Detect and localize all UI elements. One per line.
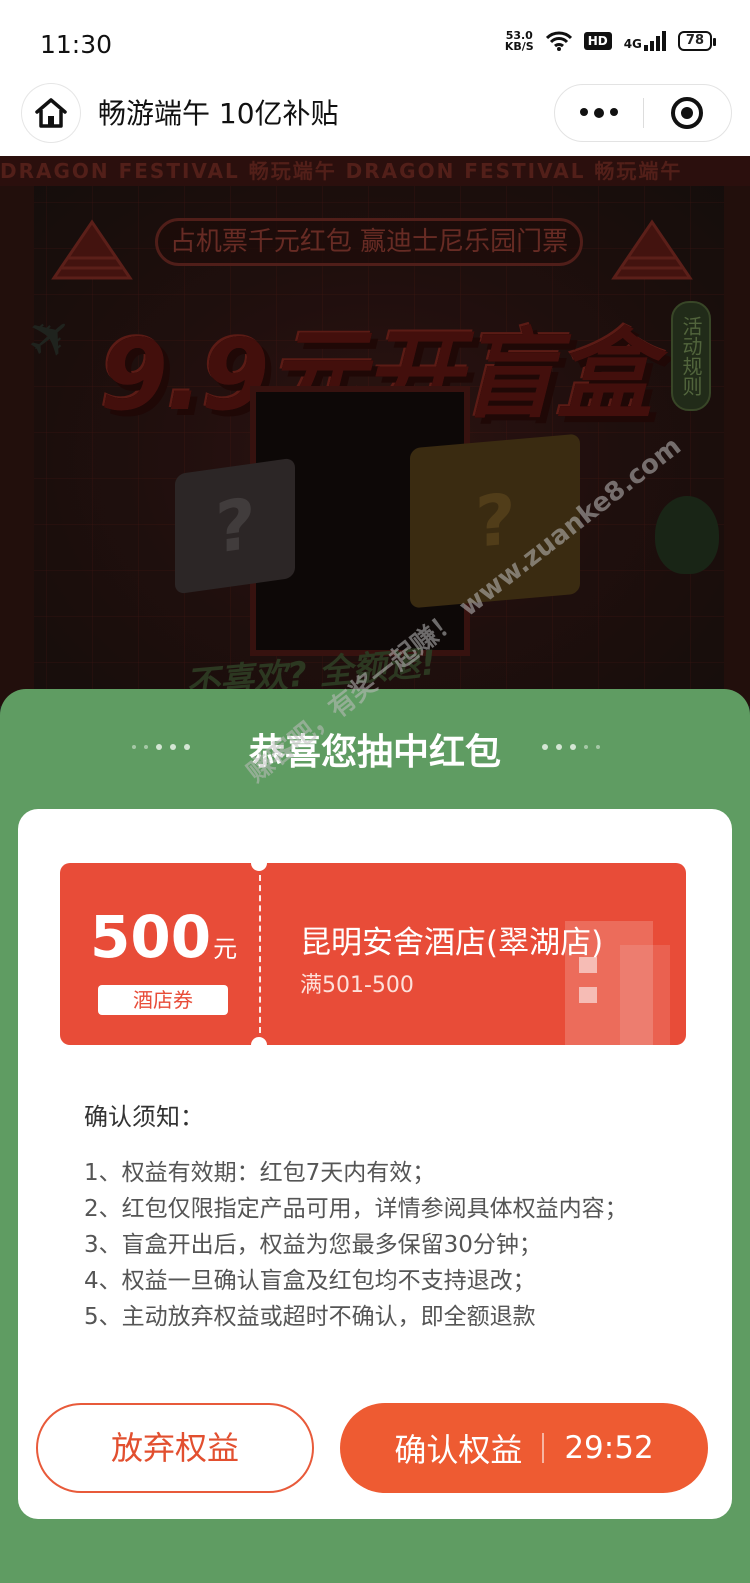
network-speed: 53.0 KB/S [504,29,534,53]
coupon-hotel-name: 昆明安舍酒店(翠湖店) [300,925,604,961]
confirm-button[interactable]: 确认权益 29:52 [340,1403,708,1493]
confirm-label: 确认权益 [394,1431,523,1469]
battery-icon: 78 [677,31,717,51]
coupon-amount: 500元 [90,903,238,971]
notice-item: 1、权益有效期：红包7天内有效； [84,1160,436,1186]
mini-program-capsule [554,84,732,142]
signal-icon: 4G [624,31,666,51]
wifi-icon [545,31,572,51]
promo-banner: DRAGON FESTIVAL 畅玩端午 DRAGON FESTIVAL 畅玩端… [0,156,750,706]
nav-bar: 畅游端午 10亿补贴 [0,78,750,156]
sheet-title: 恭喜您抽中红包 [248,732,501,773]
title-dots-right [542,744,600,750]
target-icon [671,97,704,129]
more-button[interactable] [555,108,643,118]
status-time: 11:30 [40,30,113,59]
status-icons: 53.0 KB/S HD 4G 78 [504,29,717,53]
hotel-coupon[interactable]: 500元 酒店券 昆明安舍酒店(翠湖店) 满501-500 [60,863,686,1045]
home-icon [35,98,67,128]
notice-item: 2、红包仅限指定产品可用，详情参阅具体权益内容； [84,1196,628,1222]
notice-title: 确认须知： [84,1103,204,1131]
hd-icon: HD [583,32,612,50]
coupon-type-badge: 酒店券 [98,985,228,1015]
reward-sheet: 恭喜您抽中红包 500元 酒店券 昆明安舍酒店(翠湖店) 满501-500 确认… [0,689,750,1583]
notice-item: 3、盲盒开出后，权益为您最多保留30分钟； [84,1232,542,1258]
more-icon [579,108,588,116]
countdown-timer: 29:52 [564,1430,654,1466]
notice-item: 4、权益一旦确认盲盒及红包均不支持退改； [84,1268,536,1294]
status-bar: 11:30 53.0 KB/S HD 4G 78 [0,0,750,78]
coupon-condition: 满501-500 [300,973,414,998]
home-button[interactable] [22,84,80,142]
coupon-unit: 元 [213,935,238,963]
reward-card: 500元 酒店券 昆明安舍酒店(翠湖店) 满501-500 确认须知： 1、权益… [18,809,732,1519]
page-title: 畅游端午 10亿补贴 [98,97,339,130]
abandon-button[interactable]: 放弃权益 [36,1403,314,1493]
close-mini-program-button[interactable] [644,96,732,130]
